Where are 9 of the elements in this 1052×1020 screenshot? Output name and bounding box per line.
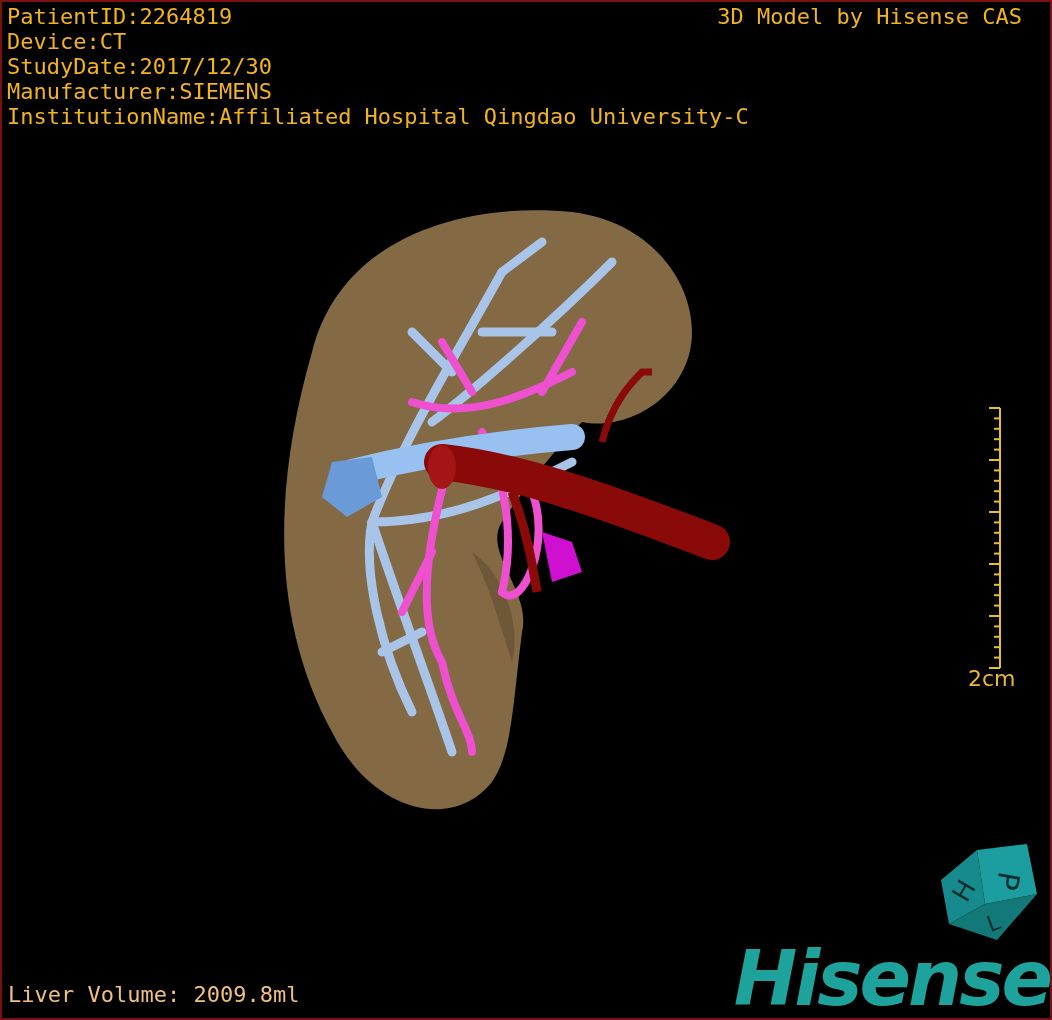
model-title: 3D Model by Hisense CAS [717,4,1022,29]
dicom-info-text: StudyDate:2017/12/30 [7,54,272,79]
dicom-info-text: PatientID:2264819 [7,4,233,29]
brand-logo: Hisense [733,939,1050,1018]
liver-volume-text: Liver Volume: 2009.8ml [8,982,300,1008]
scale-label: 2cm [968,666,1016,692]
dicom-info-text: Device:CT [7,29,127,54]
dicom-info-text: InstitutionName:Affiliated Hospital Qingdao University-C [7,104,749,129]
dicom-info-text: Manufacturer:SIEMENS [7,79,272,104]
